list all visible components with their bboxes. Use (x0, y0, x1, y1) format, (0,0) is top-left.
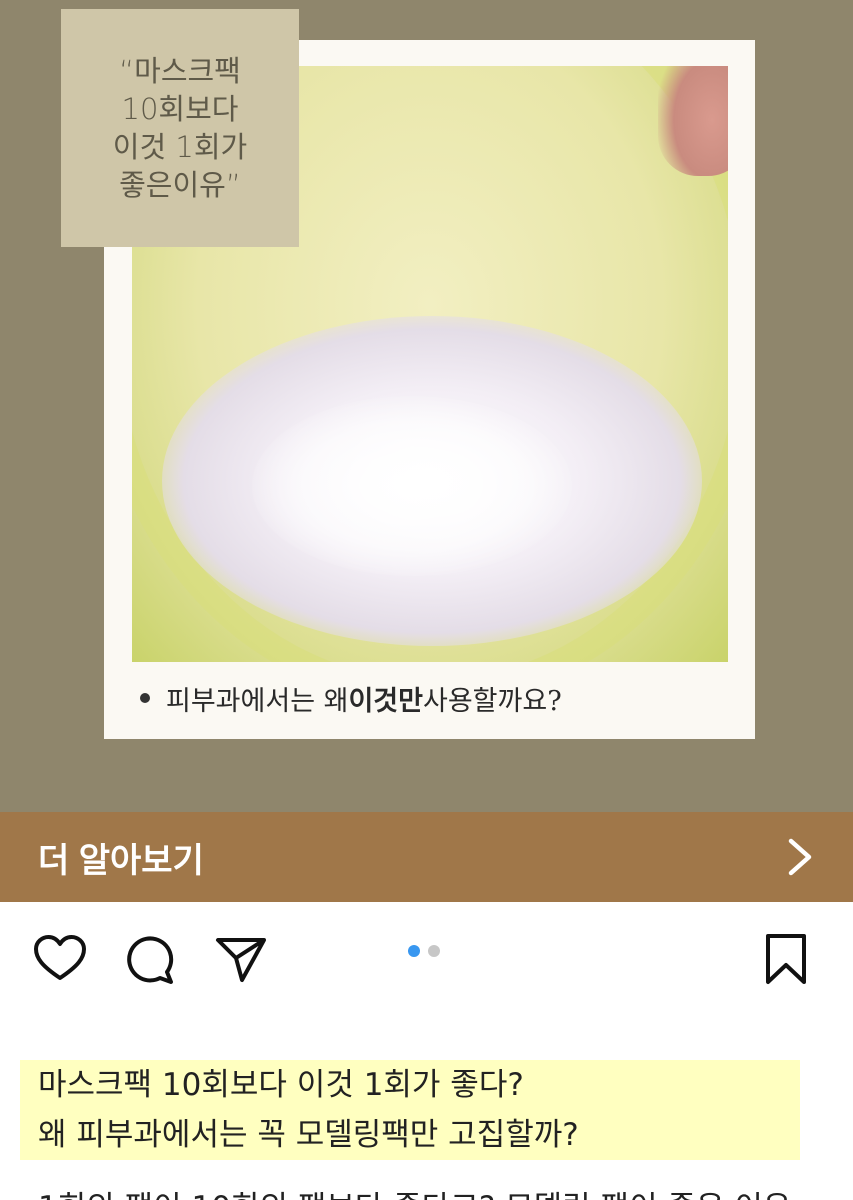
learn-more-button[interactable]: 더 알아보기 (0, 812, 853, 902)
bullet-icon (140, 693, 150, 703)
powder-highlight (252, 396, 572, 576)
carousel-dot-active (408, 945, 420, 957)
caption-post: 사용할까요? (423, 685, 562, 717)
paper-plane-icon[interactable] (214, 932, 270, 988)
caption-line-1: 마스크팩 10회보다 이것 1회가 좋다? (20, 1060, 800, 1110)
image-caption: 피부과에서는 왜 이것만 사용할까요? (140, 676, 562, 720)
chevron-right-icon (788, 838, 812, 876)
learn-more-label: 더 알아보기 (38, 841, 204, 880)
quote-box: “마스크팩 10회보다 이것 1회가 좋은이유” (61, 9, 299, 247)
caption-line-3: 1회의 팩이 10회의 팩보다 좋다고? 모델링 팩이 좋은 이유 (38, 1182, 791, 1200)
caption-line-2: 왜 피부과에서는 꼭 모델링팩만 고집할까? (20, 1110, 800, 1160)
quote-text: “마스크팩 10회보다 이것 1회가 좋은이유” (112, 54, 248, 202)
caption-bold: 이것만 (348, 685, 423, 717)
action-bar (0, 902, 853, 1012)
carousel-dot (428, 945, 440, 957)
carousel-indicator (408, 945, 440, 957)
heart-outline-icon[interactable] (32, 932, 88, 988)
ad-image[interactable]: “마스크팩 10회보다 이것 1회가 좋은이유” 피부과에서는 왜 이것만 사용… (0, 0, 853, 812)
finger (658, 66, 728, 176)
caption-pre: 피부과에서는 왜 (166, 685, 349, 717)
speech-bubble-icon[interactable] (122, 932, 178, 988)
bookmark-outline-icon[interactable] (758, 932, 814, 988)
post-caption: 마스크팩 10회보다 이것 1회가 좋다? 왜 피부과에서는 꼭 모델링팩만 고… (20, 1060, 800, 1160)
